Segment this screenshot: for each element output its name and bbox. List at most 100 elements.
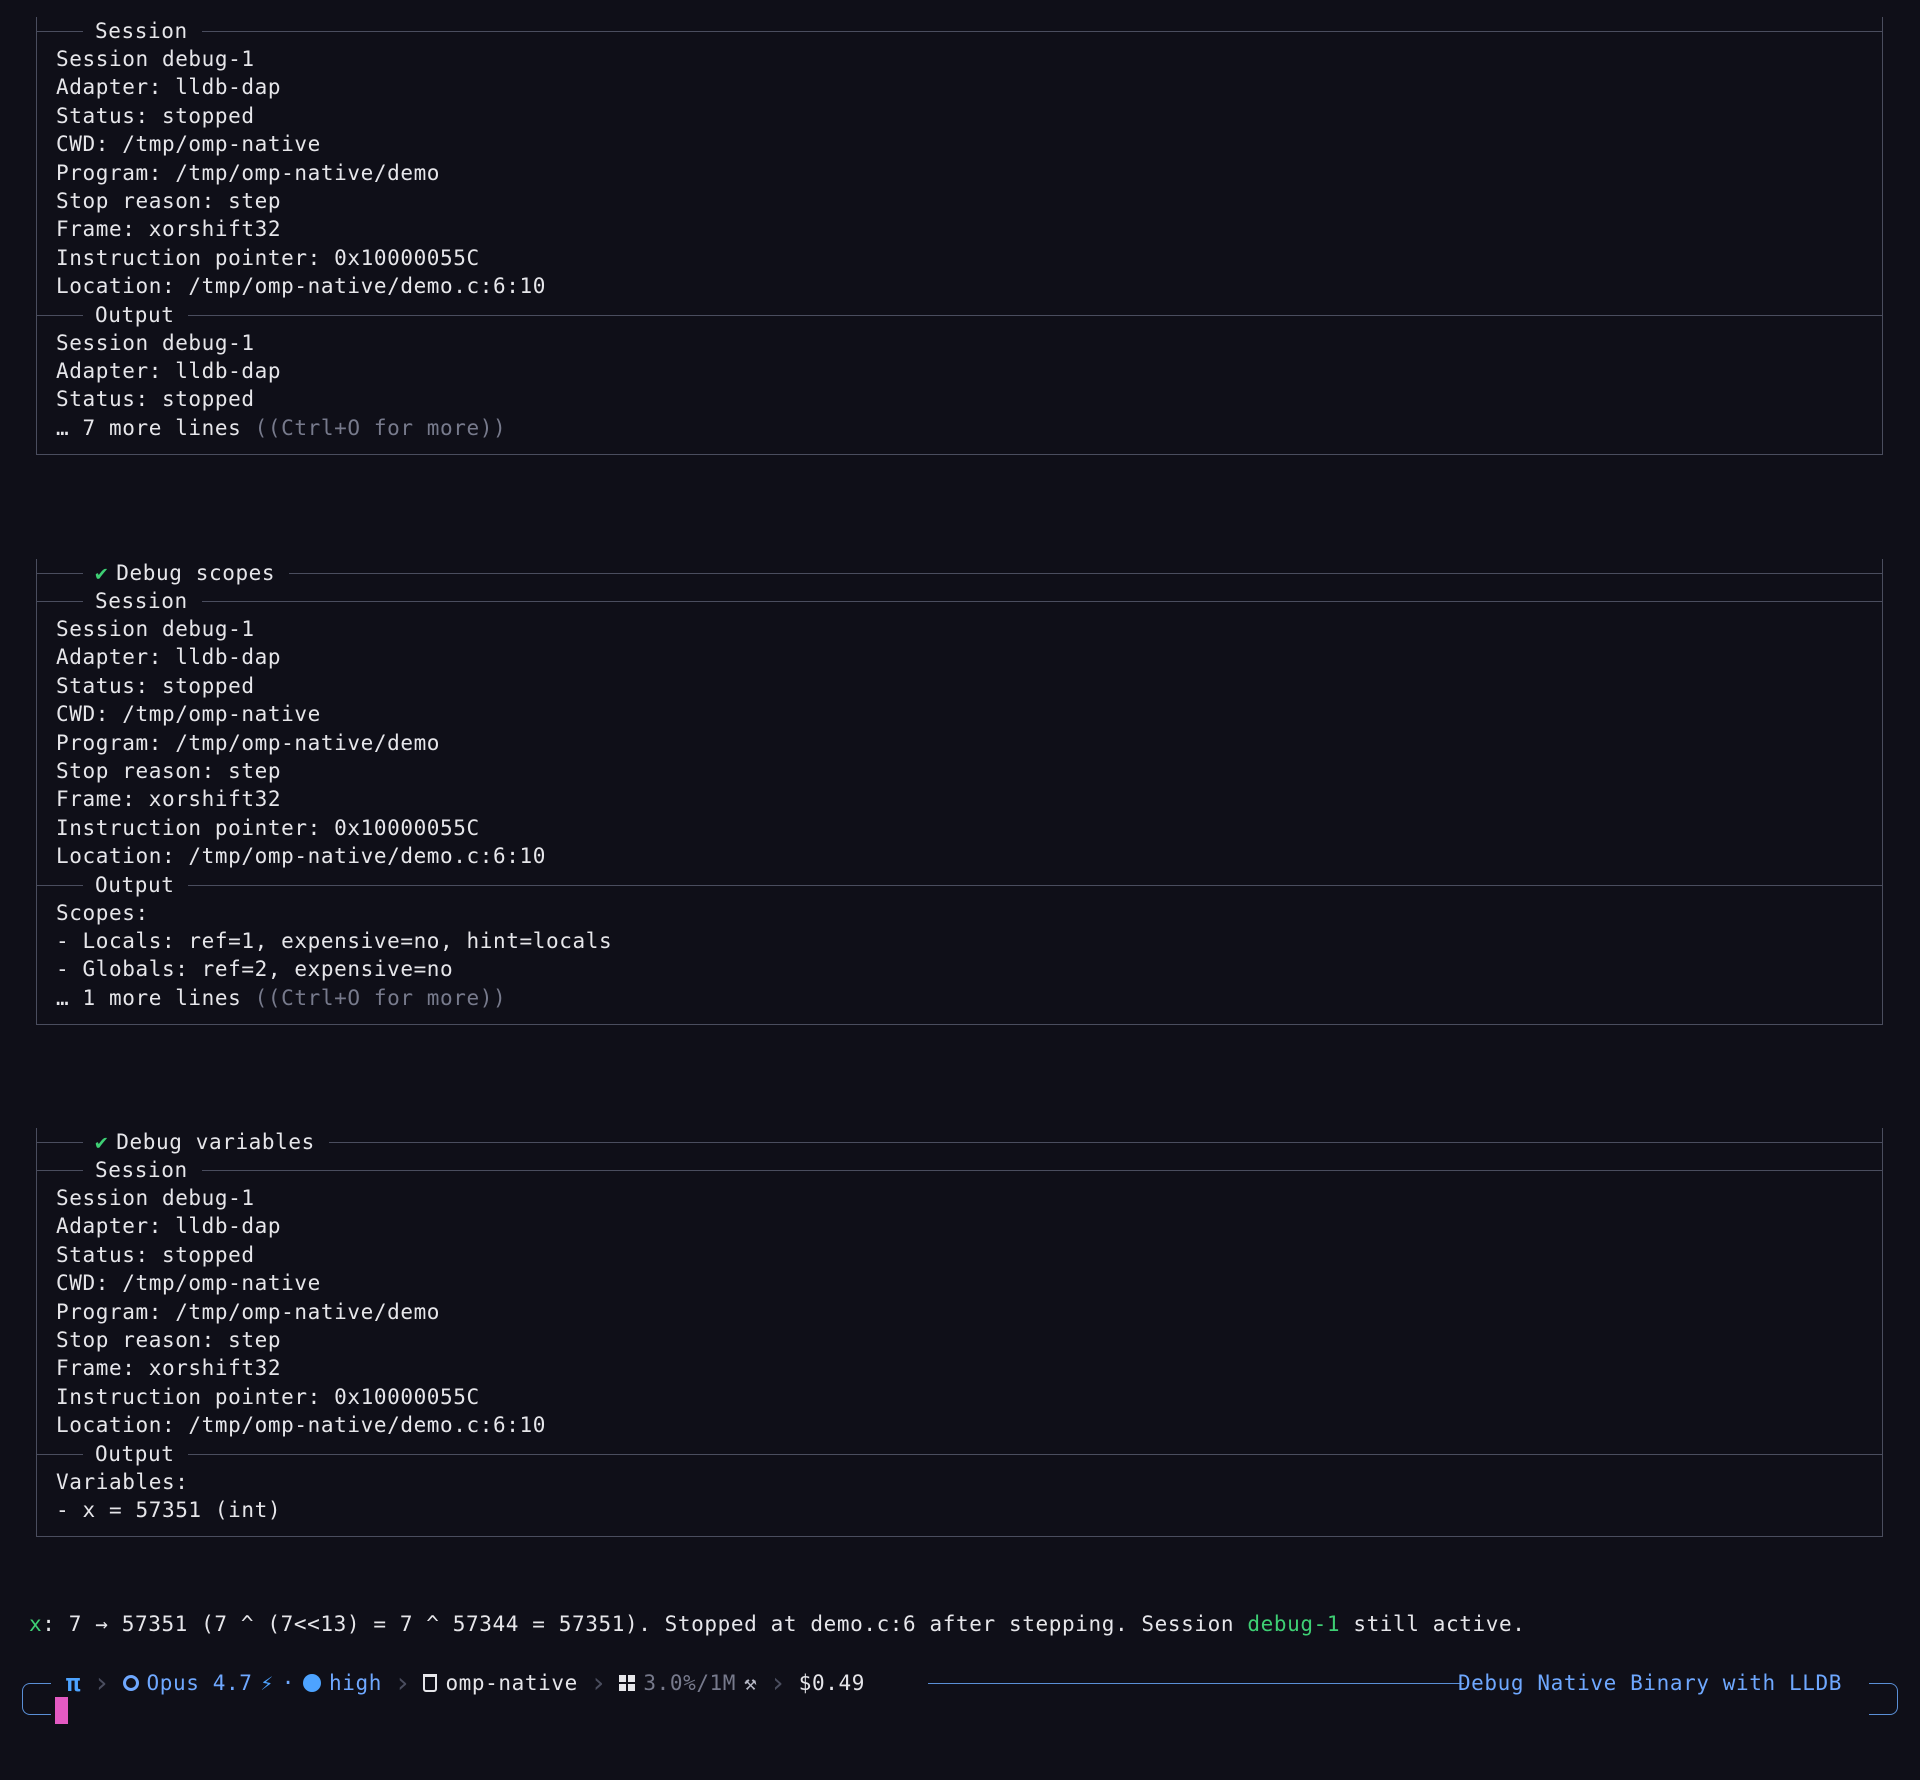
summary-text: : 7 → 57351 (7 ^ (7<<13) = 7 ^ 57344 = 5… bbox=[42, 1612, 1248, 1636]
output-line: Status: stopped bbox=[56, 387, 255, 412]
output-section-header: Output bbox=[36, 1439, 1883, 1468]
output-heading: Output bbox=[95, 1441, 175, 1466]
session-details: Session debug-1 Adapter: lldb-dap Status… bbox=[37, 615, 1882, 871]
input-cursor[interactable] bbox=[55, 1697, 68, 1724]
output-details: Scopes: - Locals: ref=1, expensive=no, h… bbox=[37, 899, 1882, 1013]
windows-icon bbox=[619, 1675, 636, 1691]
session-line: Location: /tmp/omp-native/demo.c:6:10 bbox=[56, 1413, 546, 1438]
session-line: Session debug-1 bbox=[56, 47, 255, 71]
more-lines-count: … 7 more lines bbox=[56, 415, 242, 440]
session-line: Session debug-1 bbox=[56, 617, 255, 641]
model-icon bbox=[122, 1675, 139, 1691]
output-heading: Output bbox=[95, 302, 175, 327]
pi-icon: π bbox=[66, 1669, 82, 1697]
output-line: Scopes: bbox=[56, 900, 149, 925]
statusbar-right-corner bbox=[1869, 1683, 1898, 1715]
summary-text-end: still active. bbox=[1340, 1612, 1526, 1636]
panel-title: Debug variables bbox=[116, 1130, 315, 1154]
session-details: Session debug-1 Adapter: lldb-dap Status… bbox=[37, 1184, 1882, 1440]
session-line: Program: /tmp/omp-native/demo bbox=[56, 160, 441, 185]
output-details: Variables: - x = 57351 (int) bbox=[37, 1468, 1882, 1525]
output-heading: Output bbox=[95, 872, 175, 897]
session-line: Adapter: lldb-dap bbox=[56, 75, 282, 100]
session-heading: Session bbox=[95, 19, 188, 43]
output-section-header: Output bbox=[36, 870, 1883, 899]
lightning-icon: ⚡ bbox=[260, 1671, 274, 1695]
trash-icon bbox=[423, 1674, 438, 1692]
project-segment[interactable]: omp-native bbox=[423, 1671, 577, 1695]
panel-title-header: ✔ Debug scopes bbox=[36, 559, 1883, 587]
output-line: - Locals: ref=1, expensive=no, hint=loca… bbox=[56, 928, 613, 953]
session-line: Stop reason: step bbox=[56, 188, 282, 213]
session-section-header: Session bbox=[36, 1156, 1883, 1184]
session-line: Location: /tmp/omp-native/demo.c:6:10 bbox=[56, 274, 546, 299]
session-line: CWD: /tmp/omp-native bbox=[56, 132, 321, 157]
context-usage-segment: 3.0%/1M ⚒ bbox=[619, 1671, 757, 1695]
session-line: Frame: xorshift32 bbox=[56, 787, 282, 812]
session-line: Stop reason: step bbox=[56, 758, 282, 783]
session-line: Program: /tmp/omp-native/demo bbox=[56, 1299, 441, 1324]
output-section-header: Output bbox=[36, 300, 1883, 329]
session-line: Session debug-1 bbox=[56, 1186, 255, 1210]
statusbar-left-corner bbox=[22, 1683, 51, 1715]
session-line: Status: stopped bbox=[56, 103, 255, 128]
chevron-right-icon: › bbox=[589, 1666, 608, 1699]
status-bar: π › Opus 4.7 ⚡ · high › omp-native › 3.0… bbox=[22, 1667, 1898, 1715]
check-icon: ✔ bbox=[95, 1130, 109, 1154]
session-line: Adapter: lldb-dap bbox=[56, 1214, 282, 1239]
model-selector[interactable]: Opus 4.7 ⚡ · high bbox=[122, 1671, 382, 1695]
output-line: Variables: bbox=[56, 1469, 189, 1494]
tool-result-panel-debug-scopes: ✔ Debug scopes Session Session debug-1 Ad… bbox=[36, 559, 1883, 1026]
chevron-right-icon: › bbox=[393, 1666, 412, 1699]
effort-level: high bbox=[328, 1671, 382, 1695]
session-details: Session debug-1 Adapter: lldb-dap Status… bbox=[37, 45, 1882, 301]
session-line: Program: /tmp/omp-native/demo bbox=[56, 730, 441, 755]
more-lines-count: … 1 more lines bbox=[56, 985, 242, 1010]
session-section-header: Session bbox=[36, 17, 1883, 45]
more-lines-hint: ((Ctrl+O for more)) bbox=[241, 985, 507, 1010]
expand-more-lines[interactable]: … 1 more lines ((Ctrl+O for more)) bbox=[37, 984, 1882, 1012]
session-heading: Session bbox=[95, 1158, 188, 1182]
chevron-right-icon: › bbox=[769, 1666, 787, 1699]
session-line: Instruction pointer: 0x10000055C bbox=[56, 815, 480, 840]
session-line: Status: stopped bbox=[56, 1242, 255, 1267]
model-name: Opus 4.7 bbox=[146, 1671, 253, 1695]
panel-title-header: ✔ Debug variables bbox=[36, 1128, 1883, 1156]
statusbar-logo: π bbox=[66, 1669, 81, 1697]
session-line: CWD: /tmp/omp-native bbox=[56, 702, 321, 727]
panel-title: Debug scopes bbox=[116, 561, 276, 585]
statusbar-segments: π › Opus 4.7 ⚡ · high › omp-native › 3.0… bbox=[66, 1667, 865, 1699]
effort-dot-icon bbox=[302, 1674, 321, 1692]
more-lines-hint: ((Ctrl+O for more)) bbox=[241, 415, 507, 440]
session-line: Status: stopped bbox=[56, 673, 255, 698]
session-line: Adapter: lldb-dap bbox=[56, 645, 282, 670]
check-icon: ✔ bbox=[95, 561, 109, 585]
output-line: Session debug-1 bbox=[56, 330, 255, 355]
assistant-summary: x: 7 → 57351 (7 ^ (7<<13) = 7 ^ 57344 = … bbox=[29, 1610, 1525, 1638]
cost-segment: $0.49 bbox=[799, 1671, 865, 1695]
session-line: Instruction pointer: 0x10000055C bbox=[56, 1384, 480, 1409]
session-line: Instruction pointer: 0x10000055C bbox=[56, 245, 480, 270]
session-line: Stop reason: step bbox=[56, 1327, 282, 1352]
chevron-right-icon: › bbox=[93, 1666, 111, 1699]
session-line: Frame: xorshift32 bbox=[56, 217, 282, 242]
output-details: Session debug-1 Adapter: lldb-dap Status… bbox=[37, 329, 1882, 443]
session-line: Location: /tmp/omp-native/demo.c:6:10 bbox=[56, 844, 546, 869]
session-cost: $0.49 bbox=[798, 1671, 865, 1695]
statusbar-divider bbox=[928, 1683, 1464, 1684]
session-line: CWD: /tmp/omp-native bbox=[56, 1271, 321, 1296]
summary-variable: x bbox=[29, 1612, 43, 1636]
wand-icon: ⚒ bbox=[744, 1671, 758, 1695]
output-line: Adapter: lldb-dap bbox=[56, 358, 282, 383]
tool-result-panel-1: Session Session debug-1 Adapter: lldb-da… bbox=[36, 17, 1883, 456]
output-line: - Globals: ref=2, expensive=no bbox=[56, 957, 454, 982]
session-section-header: Session bbox=[36, 587, 1883, 615]
project-name: omp-native bbox=[445, 1671, 578, 1695]
session-title: Debug Native Binary with LLDB bbox=[1457, 1671, 1842, 1695]
tool-result-panel-debug-variables: ✔ Debug variables Session Session debug-1… bbox=[36, 1128, 1883, 1538]
summary-session-name: debug-1 bbox=[1247, 1612, 1341, 1636]
context-usage: 3.0%/1M bbox=[643, 1671, 737, 1695]
expand-more-lines[interactable]: … 7 more lines ((Ctrl+O for more)) bbox=[37, 414, 1882, 442]
output-line: - x = 57351 (int) bbox=[56, 1497, 282, 1522]
separator-dot: · bbox=[281, 1671, 295, 1695]
